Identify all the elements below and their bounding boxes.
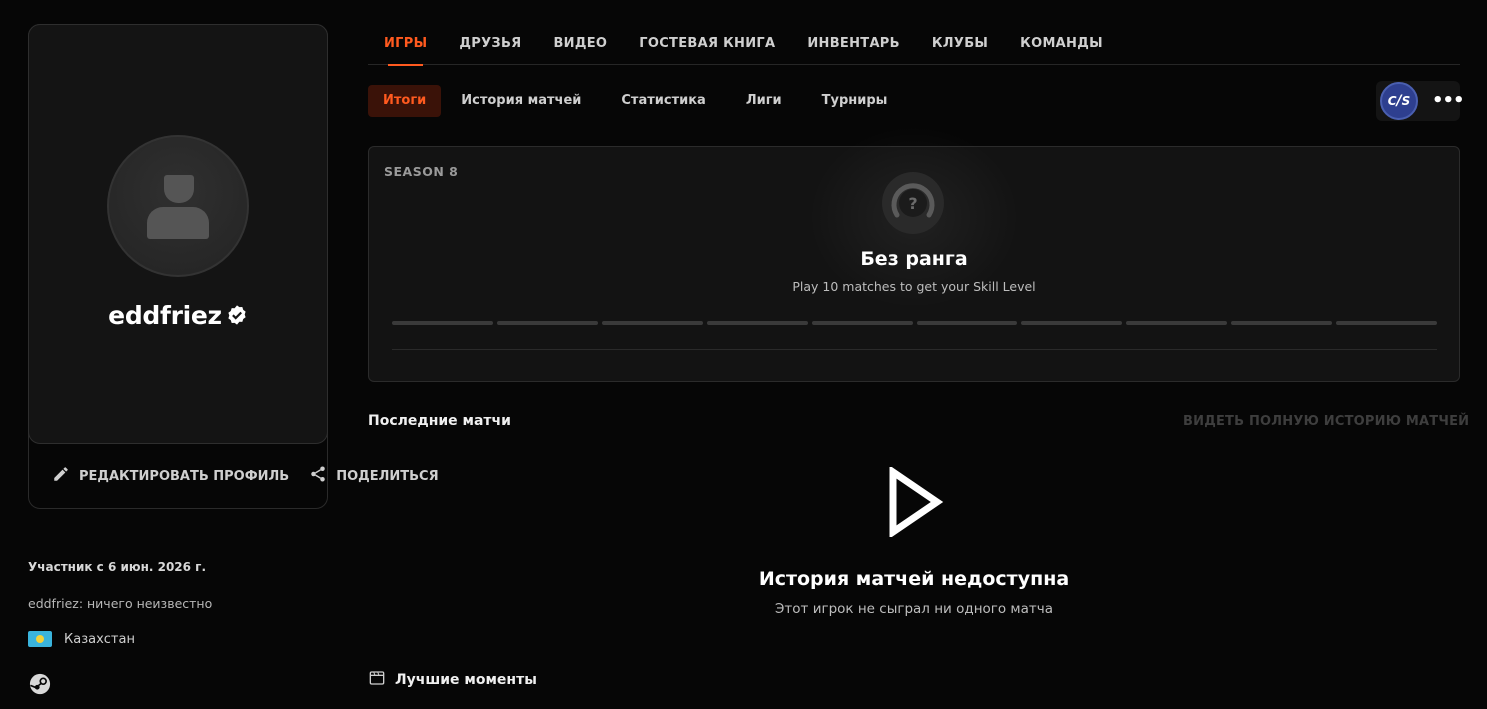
subtab-overview[interactable]: Итоги	[368, 85, 442, 117]
empty-history-subtitle: Этот игрок не сыграл ни одного матча	[775, 601, 1053, 617]
empty-history-title: История матчей недоступна	[758, 568, 1070, 590]
level-segment	[496, 321, 598, 325]
subtab-statistics[interactable]: Статистика	[601, 85, 725, 117]
subtab-match-history[interactable]: История матчей	[441, 85, 601, 117]
highlights-section: Лучшие моменты	[369, 670, 537, 690]
highlights-title: Лучшие моменты	[395, 672, 537, 688]
tab-clubs[interactable]: КЛУБЫ	[916, 36, 1004, 65]
kazakhstan-flag-icon	[28, 631, 52, 647]
skill-level-progress	[392, 321, 1438, 325]
tab-guestbook[interactable]: ГОСТЕВАЯ КНИГА	[623, 36, 791, 65]
pencil-icon	[52, 465, 70, 487]
steam-icon[interactable]	[29, 673, 51, 695]
tab-games[interactable]: ИГРЫ	[368, 36, 443, 66]
season-label: SEASON 8	[384, 164, 459, 179]
game-switcher: C/S •••	[1376, 81, 1465, 121]
level-segment	[1231, 321, 1333, 325]
recent-matches-title: Последние матчи	[368, 413, 511, 429]
edit-profile-button[interactable]: РЕДАКТИРОВАТЬ ПРОФИЛЬ	[52, 465, 289, 487]
share-icon	[309, 465, 327, 487]
edit-profile-label: РЕДАКТИРОВАТЬ ПРОФИЛЬ	[79, 468, 290, 484]
member-since: Участник с 6 июн. 2026 г.	[28, 560, 207, 574]
country-name: Казахстан	[64, 631, 135, 647]
username-text: eddfriez	[108, 301, 222, 330]
level-segment	[706, 321, 808, 325]
share-button[interactable]: ПОДЕЛИТЬСЯ	[309, 465, 439, 487]
main-tabs: ИГРЫ ДРУЗЬЯ ВИДЕО ГОСТЕВАЯ КНИГА ИНВЕНТА…	[368, 36, 1460, 66]
level-segment	[811, 321, 913, 325]
verified-badge-icon	[226, 303, 248, 332]
avatar-placeholder-head	[164, 175, 194, 203]
avatar[interactable]	[107, 135, 249, 277]
sub-tabs: Итоги История матчей Статистика Лиги Тур…	[368, 85, 907, 117]
rank-unknown-glyph: ?	[908, 194, 917, 213]
film-icon	[369, 670, 385, 690]
subtab-tournaments[interactable]: Турниры	[802, 85, 908, 117]
tab-videos[interactable]: ВИДЕО	[537, 36, 623, 65]
subtab-leagues[interactable]: Лиги	[726, 85, 802, 117]
profile-actions: РЕДАКТИРОВАТЬ ПРОФИЛЬ ПОДЕЛИТЬСЯ	[52, 465, 439, 487]
more-options-button[interactable]: •••	[1432, 90, 1465, 111]
profile-bio: eddfriez: ничего неизвестно	[28, 596, 213, 611]
level-segment	[392, 321, 493, 325]
season-panel: SEASON 8 ? Без ранга Play 10 matches to …	[368, 117, 1460, 382]
play-icon	[884, 465, 944, 539]
season-divider	[392, 349, 1437, 350]
level-segment	[1336, 321, 1438, 325]
cs-game-icon[interactable]: C/S	[1380, 82, 1418, 120]
level-segment	[601, 321, 703, 325]
country: Казахстан	[28, 631, 135, 647]
avatar-placeholder-body	[147, 207, 209, 239]
level-segment	[1126, 321, 1228, 325]
tab-inventory[interactable]: ИНВЕНТАРЬ	[791, 36, 916, 65]
share-label: ПОДЕЛИТЬСЯ	[336, 468, 439, 484]
rank-hint: Play 10 matches to get your Skill Level	[792, 279, 1036, 294]
skill-level-icon: ?	[881, 171, 945, 235]
tab-teams[interactable]: КОМАНДЫ	[1004, 36, 1119, 65]
rank-name: Без ранга	[860, 248, 968, 270]
level-segment	[1021, 321, 1123, 325]
profile-username: eddfriez	[28, 301, 328, 332]
full-history-link[interactable]: ВИДЕТЬ ПОЛНУЮ ИСТОРИЮ МАТЧЕЙ	[1183, 414, 1469, 429]
tab-friends[interactable]: ДРУЗЬЯ	[443, 36, 537, 65]
level-segment	[916, 321, 1018, 325]
